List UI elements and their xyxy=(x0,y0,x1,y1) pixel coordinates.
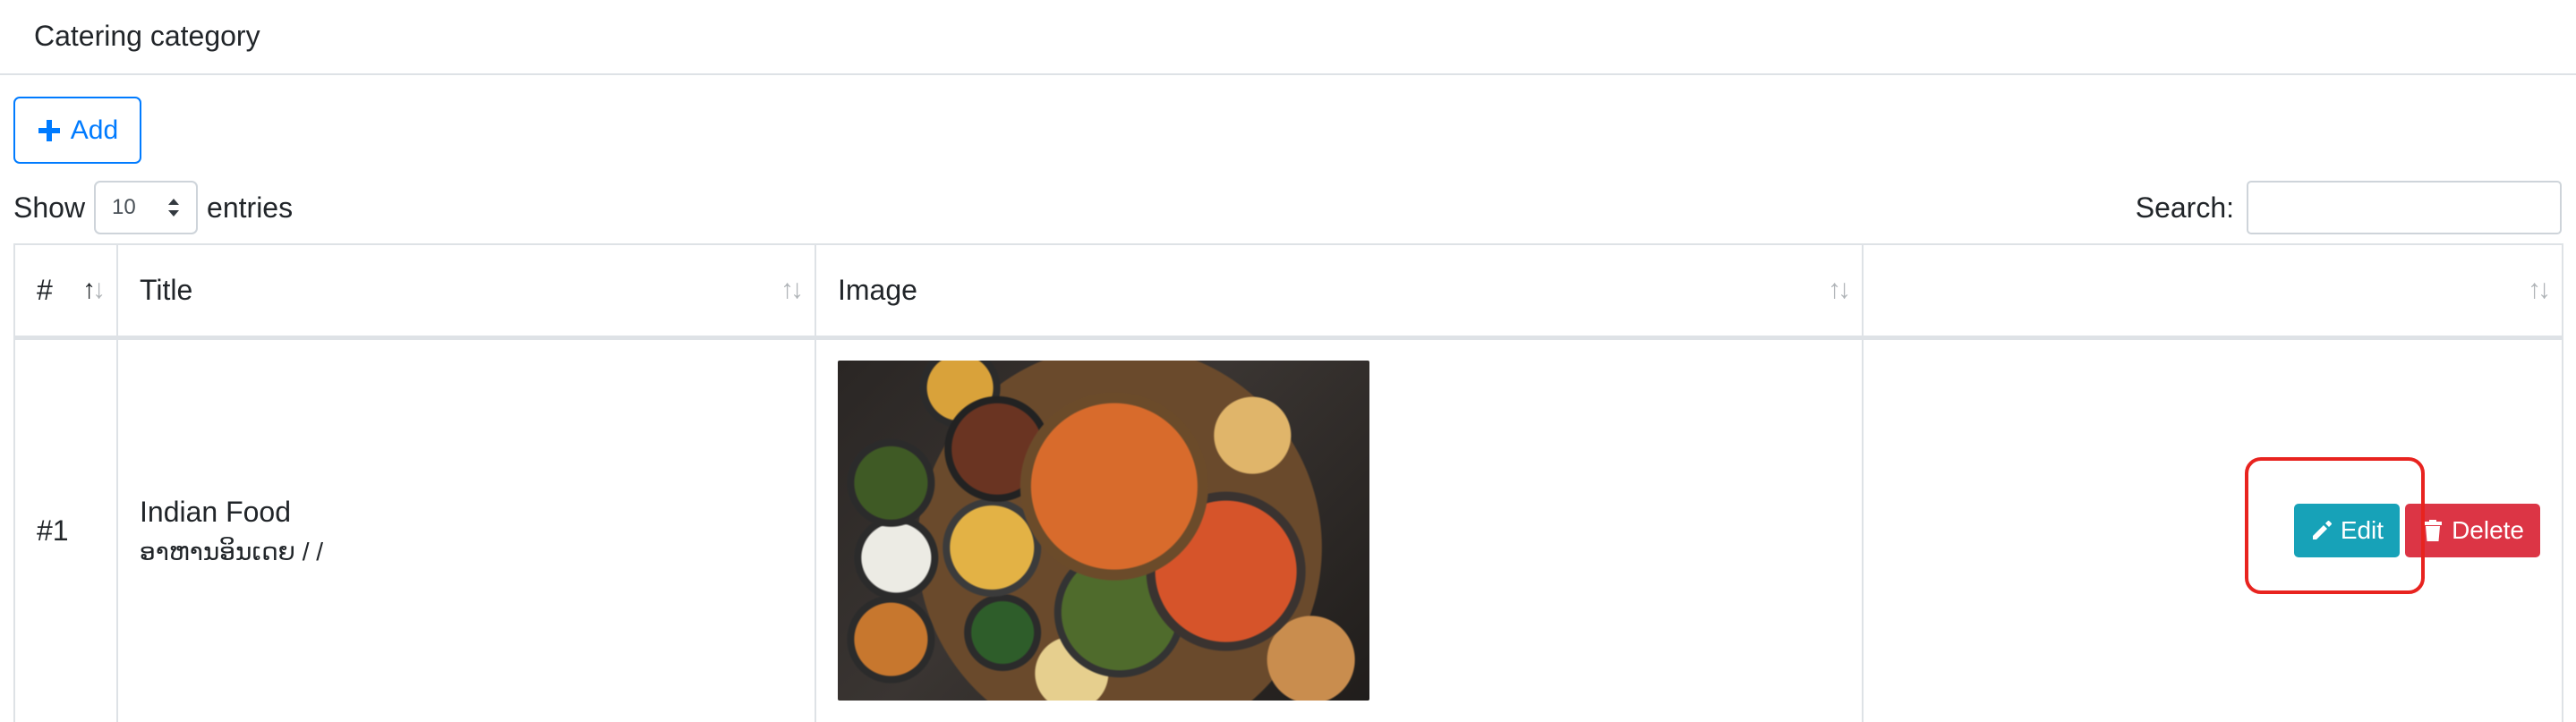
column-header-title[interactable]: Title ↑↓ xyxy=(116,243,816,340)
table-header-row: # ↑↓ Title ↑↓ Image ↑↓ ↑↓ xyxy=(13,243,2563,340)
search-control: Search: xyxy=(2136,179,2562,236)
add-button-label: Add xyxy=(70,115,119,145)
delete-button-label: Delete xyxy=(2452,516,2524,545)
entries-length-select[interactable]: 10 xyxy=(94,181,199,234)
table-row: #1 Indian Food ອາຫານອິນເດຍ / / Edit Dele… xyxy=(13,337,2563,722)
sort-arrows-icon: ↑↓ xyxy=(780,275,804,305)
row-title-cell: Indian Food ອາຫານອິນເດຍ / / xyxy=(116,337,816,722)
catering-category-table: # ↑↓ Title ↑↓ Image ↑↓ ↑↓ #1 Indian Food… xyxy=(13,243,2563,722)
column-header-index[interactable]: # ↑↓ xyxy=(13,243,118,340)
sort-arrows-icon: ↑↓ xyxy=(82,275,106,305)
search-input[interactable] xyxy=(2247,181,2562,234)
row-image-cell xyxy=(815,337,1864,722)
sort-arrows-icon: ↑↓ xyxy=(2528,275,2551,305)
row-subtitle: ອາຫານອິນເດຍ / / xyxy=(140,538,324,566)
entries-length-control: Show 10 entries xyxy=(13,179,293,236)
add-button[interactable]: Add xyxy=(13,97,141,164)
select-caret-icon xyxy=(167,198,180,217)
length-prefix: Show xyxy=(13,191,86,224)
plus-icon xyxy=(38,119,60,141)
row-index: #1 xyxy=(13,337,118,722)
column-header-image[interactable]: Image ↑↓ xyxy=(815,243,1864,340)
page-title: Catering category xyxy=(34,20,260,52)
pencil-icon xyxy=(2312,521,2332,540)
trash-icon xyxy=(2424,520,2443,542)
delete-button[interactable]: Delete xyxy=(2405,504,2540,558)
length-value: 10 xyxy=(112,195,136,219)
row-actions-cell: Edit Delete xyxy=(1862,337,2563,722)
card-header: Catering category xyxy=(0,0,2576,75)
column-header-actions[interactable]: ↑↓ xyxy=(1862,243,2563,340)
category-image xyxy=(838,361,1369,701)
edit-button[interactable]: Edit xyxy=(2293,504,2401,558)
sort-arrows-icon: ↑↓ xyxy=(1828,275,1851,305)
edit-button-label: Edit xyxy=(2340,516,2384,545)
search-label: Search: xyxy=(2135,191,2234,224)
row-title: Indian Food xyxy=(140,496,292,529)
length-suffix: entries xyxy=(207,191,294,224)
